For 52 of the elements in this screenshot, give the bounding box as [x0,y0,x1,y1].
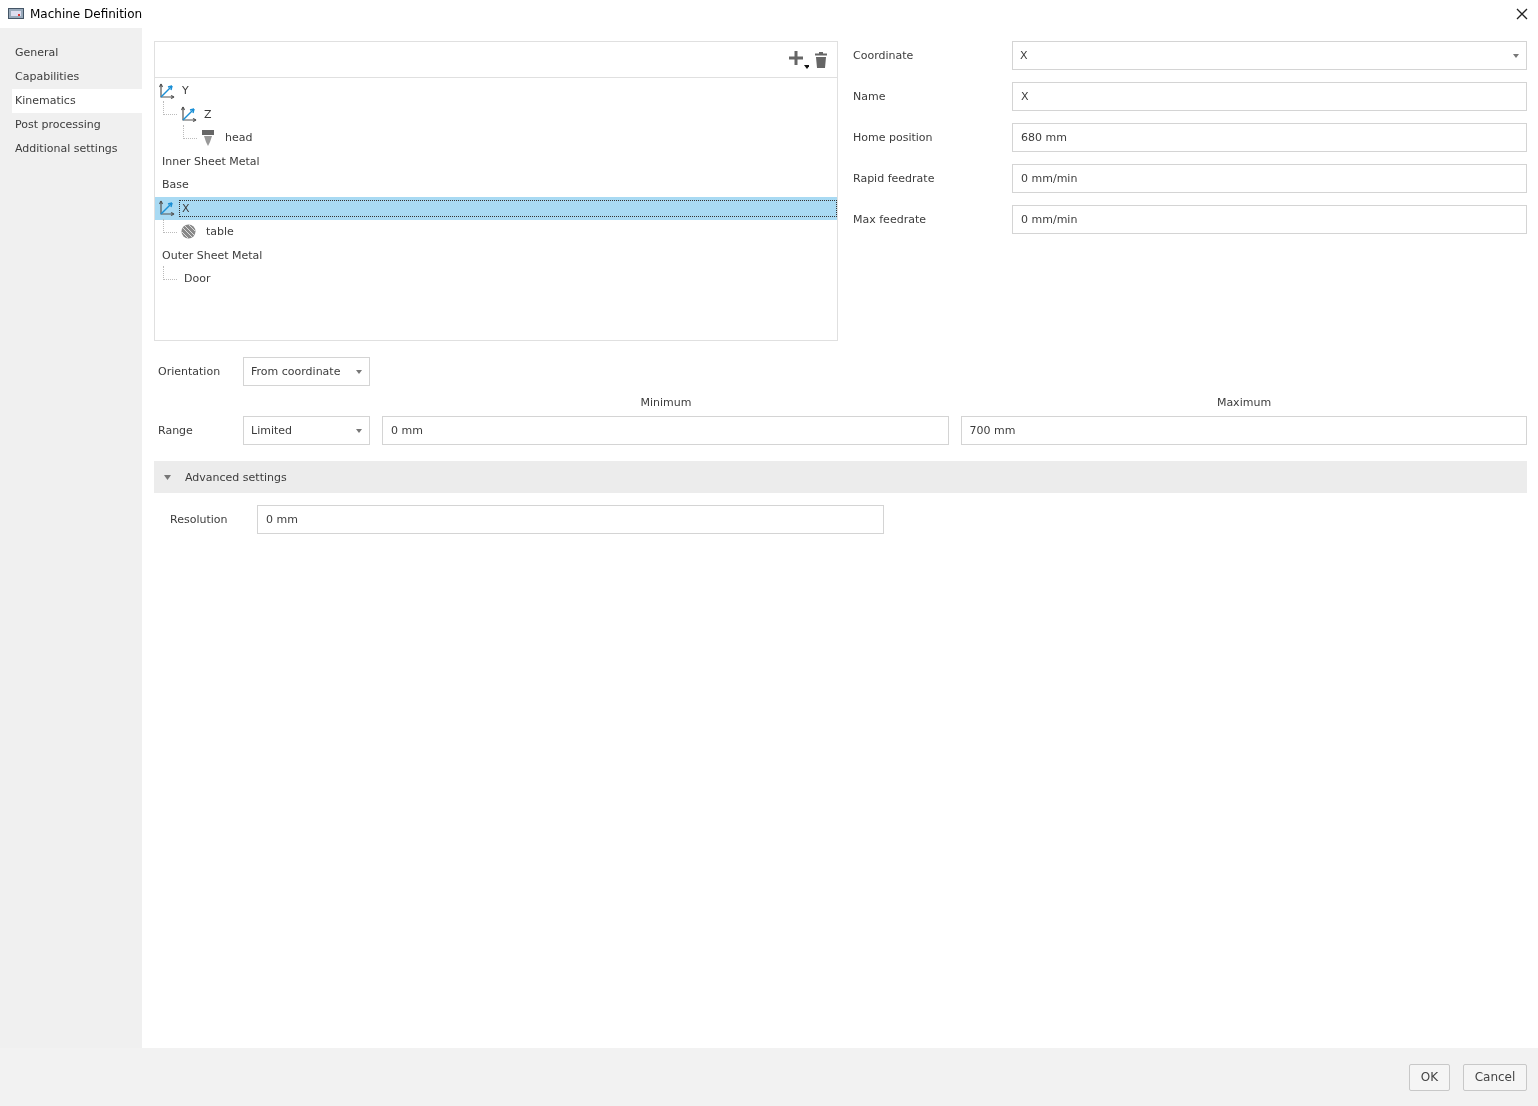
orientation-dropdown[interactable]: From coordinate [243,357,370,386]
sidebar-item[interactable]: Post processing [12,113,142,137]
tree-item[interactable]: Door [155,267,837,291]
input-field[interactable]: 680 mm [1012,123,1527,152]
tree-item[interactable]: Inner Sheet Metal [155,149,837,173]
input-field[interactable]: 0 mm [257,505,884,534]
field-label: Rapid feedrate [853,172,936,185]
sidebar-item[interactable]: Kinematics [12,89,142,113]
caret-icon [356,369,362,374]
tree-item[interactable]: head [155,126,837,150]
sidebar-item[interactable]: Additional settings [12,137,142,161]
field-label: Max feedrate [853,213,927,226]
window-title: Machine Definition [30,7,144,21]
field-label: Orientation [157,365,222,378]
field-label: Range [157,424,194,437]
caret-icon [1513,53,1519,58]
field-label: Name [853,90,887,103]
coordinate-dropdown[interactable]: X [1012,41,1527,70]
column-header: Minimum [639,395,693,409]
sidebar-item[interactable]: General [12,41,142,65]
close-button[interactable] [1514,6,1530,22]
section-header[interactable]: Advanced settings [154,461,1527,493]
input-field[interactable]: 0 mm [382,416,949,445]
caret-icon [356,428,362,433]
input-field[interactable]: 0 mm/min [1012,205,1527,234]
delete-button[interactable] [815,51,827,68]
section-title: Advanced settings [185,470,287,484]
input-field[interactable]: 0 mm/min [1012,164,1527,193]
tree-item[interactable]: table [155,220,837,244]
field-label: Resolution [170,513,229,526]
striped-disc-icon [181,224,196,240]
tool-icon [201,129,215,146]
field-label: Home position [853,131,934,144]
cancel-button[interactable]: Cancel [1463,1063,1527,1091]
range-dropdown[interactable]: Limited [243,416,370,445]
axes-icon [159,200,175,217]
column-header: Maximum [1215,395,1273,409]
tree-item[interactable]: X [155,196,837,220]
add-button[interactable] [789,50,809,69]
sidebar-item[interactable]: Capabilities [12,65,142,89]
ok-button[interactable]: OK [1409,1063,1450,1091]
caret-icon [164,474,171,480]
input-field[interactable]: 700 mm [960,416,1527,445]
tree-item[interactable]: Base [155,173,837,197]
tree-item[interactable]: Y [155,79,837,103]
field-label: Coordinate [853,49,915,62]
input-field[interactable]: X [1012,82,1527,111]
tree-item[interactable]: Outer Sheet Metal [155,243,837,267]
axes-icon [181,106,197,123]
app-icon [8,8,24,20]
axes-icon [159,82,175,99]
tree-item[interactable]: Z [155,102,837,126]
